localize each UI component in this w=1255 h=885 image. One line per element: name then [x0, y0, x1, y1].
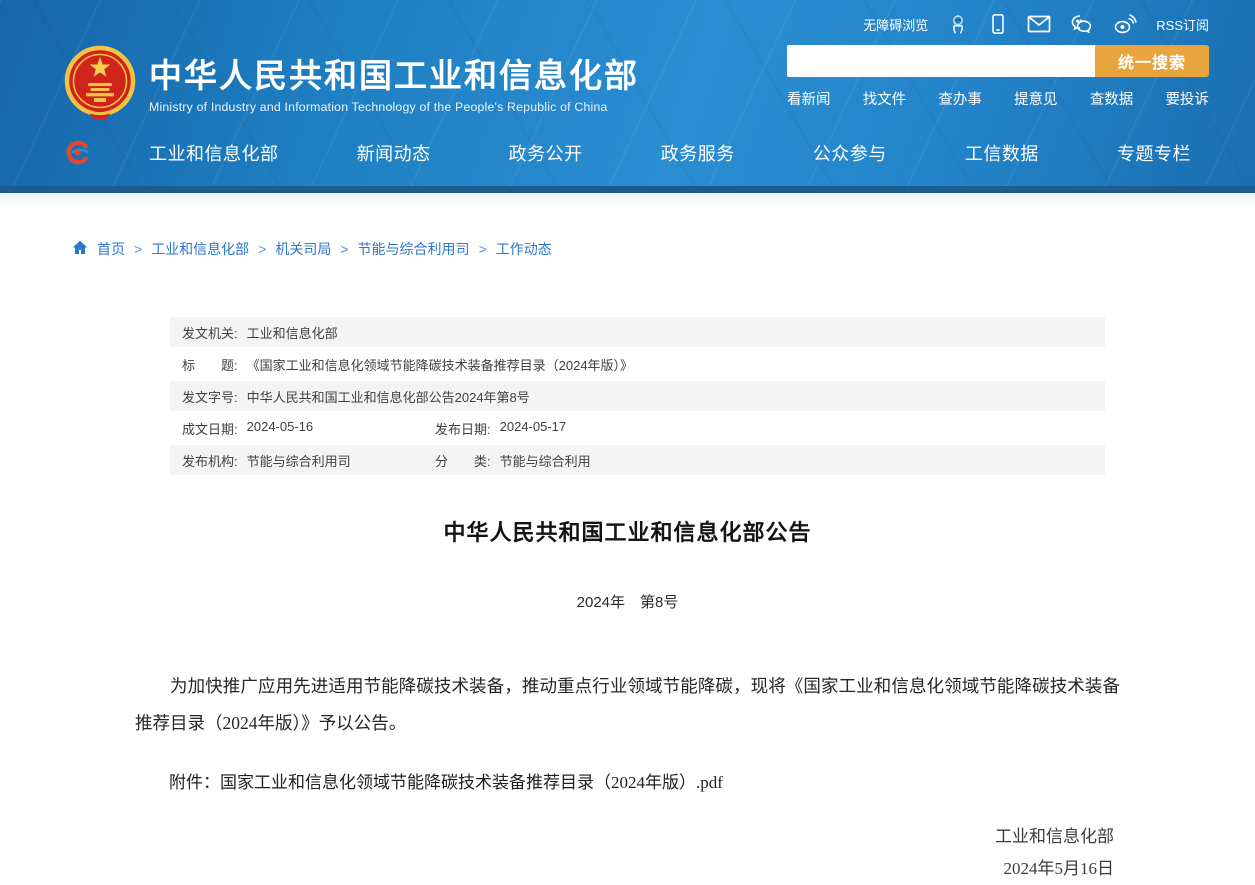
rss-link[interactable]: RSS订阅 — [1156, 15, 1209, 34]
site-subtitle: Ministry of Industry and Information Tec… — [149, 100, 639, 114]
breadcrumb-separator: > — [134, 241, 142, 257]
document-content: 发文机关: 工业和信息化部 标 题: 《国家工业和信息化领域节能降碳技术装备推荐… — [135, 317, 1120, 885]
nav-item-gov-services[interactable]: 政务服务 — [661, 140, 735, 166]
breadcrumb-miit[interactable]: 工业和信息化部 — [151, 239, 249, 259]
nav-item-special-columns[interactable]: 专题专栏 — [1117, 140, 1191, 166]
meta-label: 发文字号: — [182, 387, 238, 406]
breadcrumb-separator: > — [479, 241, 487, 257]
site-title: 中华人民共和国工业和信息化部 — [149, 57, 639, 95]
breadcrumb-separator: > — [340, 241, 348, 257]
meta-value: 节能与综合利用司 — [247, 451, 351, 470]
meta-row-doc-number: 发文字号: 中华人民共和国工业和信息化部公告2024年第8号 — [170, 381, 1105, 411]
breadcrumb-home[interactable]: 首页 — [97, 239, 125, 259]
document-meta-table: 发文机关: 工业和信息化部 标 题: 《国家工业和信息化领域节能降碳技术装备推荐… — [170, 317, 1105, 475]
announcement-title: 中华人民共和国工业和信息化部公告 — [135, 515, 1120, 547]
attachment-label: 附件： — [169, 773, 220, 792]
site-logo[interactable]: 中华人民共和国工业和信息化部 Ministry of Industry and … — [64, 45, 639, 126]
breadcrumb-departments[interactable]: 机关司局 — [275, 239, 331, 259]
meta-value: 2024-05-16 — [247, 419, 314, 438]
quick-link-documents[interactable]: 找文件 — [863, 88, 907, 109]
signature-block: 工业和信息化部 2024年5月16日 — [135, 821, 1120, 885]
wechat-icon[interactable] — [1070, 13, 1094, 35]
signature-date: 2024年5月16日 — [135, 853, 1114, 885]
attachment-line: 附件：国家工业和信息化领域节能降碳技术装备推荐目录（2024年版）.pdf — [135, 768, 1120, 793]
signature-agency: 工业和信息化部 — [135, 821, 1114, 853]
unified-search-button[interactable]: 统一搜索 — [1095, 45, 1209, 77]
attachment-pdf-link[interactable]: 国家工业和信息化领域节能降碳技术装备推荐目录（2024年版）.pdf — [220, 773, 723, 792]
accessibility-link[interactable]: 无障碍浏览 — [863, 15, 928, 34]
meta-label: 成文日期: — [182, 419, 238, 438]
quick-link-complaint[interactable]: 要投诉 — [1165, 88, 1209, 109]
quick-link-data[interactable]: 查数据 — [1090, 88, 1134, 109]
meta-label: 发文机关: — [182, 323, 238, 342]
meta-value: 中华人民共和国工业和信息化部公告2024年第8号 — [247, 387, 530, 406]
meta-row-publisher: 发布机构: 节能与综合利用司 分 类: 节能与综合利用 — [170, 445, 1105, 475]
miit-swirl-logo-icon[interactable] — [64, 139, 91, 166]
breadcrumb: 首页 > 工业和信息化部 > 机关司局 > 节能与综合利用司 > 工作动态 — [72, 239, 1255, 259]
nav-item-miit[interactable]: 工业和信息化部 — [149, 140, 279, 166]
home-icon[interactable] — [72, 240, 88, 258]
announcement-body: 为加快推广应用先进适用节能降碳技术装备，推动重点行业领域节能降碳，现将《国家工业… — [135, 668, 1120, 742]
breadcrumb-work-updates[interactable]: 工作动态 — [496, 239, 552, 259]
meta-value: 2024-05-17 — [500, 419, 567, 438]
search-input[interactable] — [787, 45, 1095, 77]
meta-label: 发布机构: — [182, 451, 238, 470]
meta-value: 《国家工业和信息化领域节能降碳技术装备推荐目录（2024年版）》 — [247, 355, 633, 374]
national-emblem-icon — [64, 45, 136, 126]
nav-item-gov-disclosure[interactable]: 政务公开 — [509, 140, 583, 166]
robot-mascot-icon[interactable] — [947, 13, 969, 35]
meta-value: 工业和信息化部 — [247, 323, 338, 342]
header-bottom-stripe — [0, 186, 1255, 193]
header-shadow — [0, 193, 1255, 207]
meta-value: 节能与综合利用 — [500, 451, 591, 470]
utility-bar: 无障碍浏览 — [0, 0, 1255, 35]
breadcrumb-energy-dept[interactable]: 节能与综合利用司 — [358, 239, 470, 259]
nav-item-miit-data[interactable]: 工信数据 — [965, 140, 1039, 166]
breadcrumb-separator: > — [258, 241, 266, 257]
meta-row-title: 标 题: 《国家工业和信息化领域节能降碳技术装备推荐目录（2024年版）》 — [170, 349, 1105, 379]
mobile-phone-icon[interactable] — [988, 13, 1008, 35]
quick-link-feedback[interactable]: 提意见 — [1014, 88, 1058, 109]
meta-row-issuing-agency: 发文机关: 工业和信息化部 — [170, 317, 1105, 347]
meta-label: 分 类: — [435, 451, 491, 470]
main-nav: 工业和信息化部 新闻动态 政务公开 政务服务 公众参与 工信数据 专题专栏 — [0, 139, 1255, 166]
announcement-number: 2024年 第8号 — [135, 591, 1120, 612]
mail-icon[interactable] — [1027, 14, 1051, 34]
quick-link-news[interactable]: 看新闻 — [787, 88, 831, 109]
nav-item-news[interactable]: 新闻动态 — [357, 140, 431, 166]
weibo-icon[interactable] — [1113, 13, 1137, 35]
quick-links: 看新闻 找文件 查办事 提意见 查数据 要投诉 — [787, 88, 1209, 109]
meta-label: 标 题: — [182, 355, 238, 374]
quick-link-services[interactable]: 查办事 — [938, 88, 982, 109]
nav-item-public-participation[interactable]: 公众参与 — [813, 140, 887, 166]
meta-label: 发布日期: — [435, 419, 491, 438]
site-header: 无障碍浏览 — [0, 0, 1255, 186]
meta-row-dates: 成文日期: 2024-05-16 发布日期: 2024-05-17 — [170, 413, 1105, 443]
